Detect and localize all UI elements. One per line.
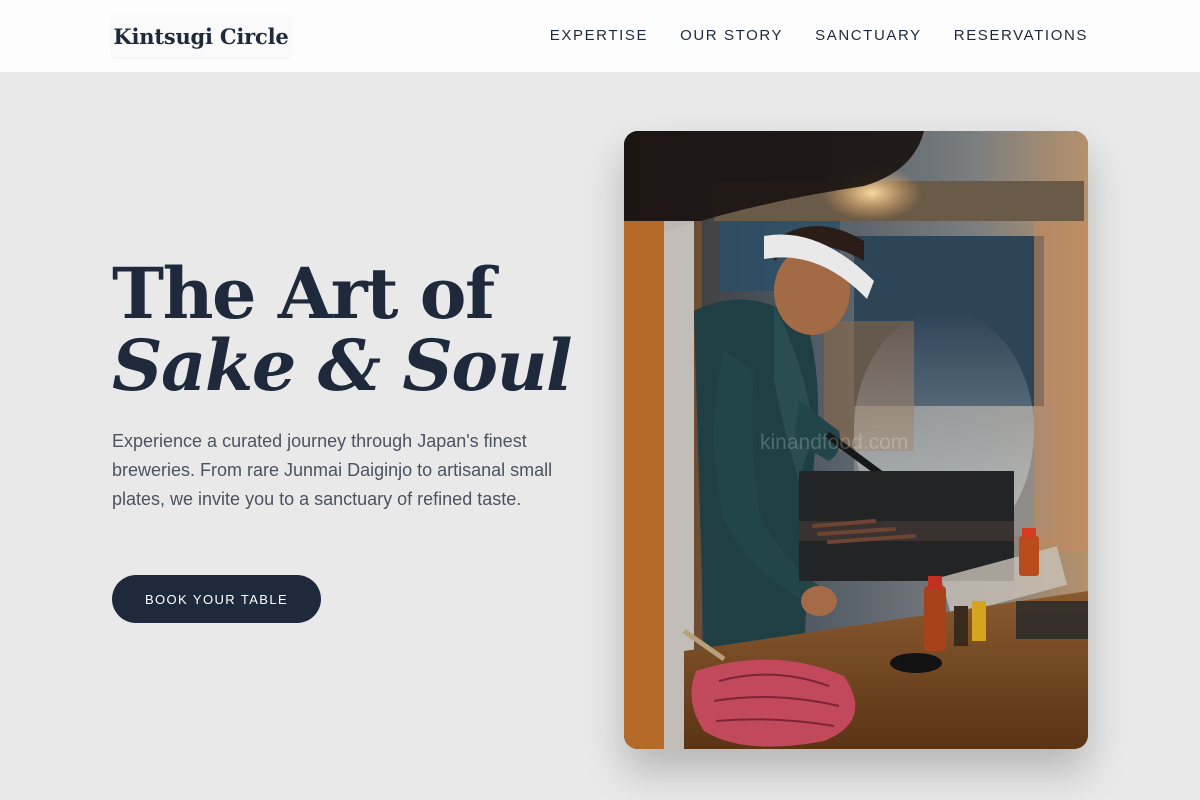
brand-logo[interactable]: Kintsugi Circle — [112, 16, 290, 57]
main-nav: EXPERTISE OUR STORY SANCTUARY RESERVATIO… — [550, 27, 1088, 44]
nav-item-our-story[interactable]: OUR STORY — [680, 27, 783, 44]
hero-title: The Art of Sake & Soul — [112, 252, 573, 407]
hero-photo: kinandfood.com — [624, 131, 1088, 749]
chef-grilling-illustration — [624, 131, 1088, 749]
nav-item-sanctuary[interactable]: SANCTUARY — [815, 27, 922, 44]
book-table-button[interactable]: BOOK YOUR TABLE — [112, 575, 321, 623]
site-header: Kintsugi Circle EXPERTISE OUR STORY SANC… — [0, 0, 1200, 72]
hero-description: Experience a curated journey through Jap… — [112, 431, 553, 509]
nav-item-expertise[interactable]: EXPERTISE — [550, 27, 648, 44]
hero-title-line1: The Art of — [112, 252, 495, 335]
hero-title-line2: Sake & Soul — [112, 324, 573, 407]
nav-item-reservations[interactable]: RESERVATIONS — [954, 27, 1088, 44]
